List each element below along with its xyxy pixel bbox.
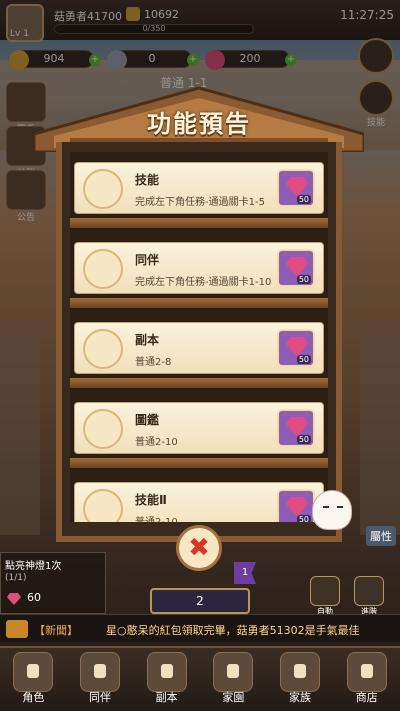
lock-icon: [160, 664, 173, 678]
close-icon: ✖: [188, 533, 210, 563]
lock-icon: [27, 664, 40, 678]
gem-icon: [286, 257, 308, 277]
quest-progress: (1/1): [5, 573, 27, 583]
nav-shop[interactable]: 商店: [333, 648, 400, 711]
nav-label: 角色: [22, 691, 45, 704]
gem-icon: [286, 177, 308, 197]
nav-family[interactable]: 家族: [267, 648, 334, 711]
reward-qty: 50: [296, 275, 311, 284]
feature-name: 技能: [135, 173, 160, 187]
shelf: [70, 218, 328, 228]
gem-reward[interactable]: 50: [277, 409, 315, 447]
reward-qty: 50: [296, 515, 311, 522]
chat-icon[interactable]: [6, 620, 28, 638]
lock-icon: [227, 664, 240, 678]
nav-label: 副本: [155, 691, 178, 704]
feature-card: 同伴 完成左下角任務-通過關卡1-10 50: [74, 242, 324, 294]
gem-reward[interactable]: 50: [277, 169, 315, 207]
lock-icon: [94, 664, 106, 678]
feature-name: 副本: [135, 333, 160, 347]
feature-preview-modal: 功能預告 技能 完成左下角任務-通過關卡1-5 50 同伴 完成左下角任務-通過…: [34, 82, 364, 542]
shelf: [70, 458, 328, 468]
quest-reward: 60: [27, 591, 41, 604]
gem-icon: [286, 417, 308, 437]
reward-qty: 50: [296, 355, 311, 364]
feature-desc: 普通2-10: [135, 513, 178, 522]
shelf-frame: 技能 完成左下角任務-通過關卡1-5 50 同伴 完成左下角任務-通過關卡1-1…: [56, 142, 342, 542]
feature-card: 圖鑑 普通2-10 50: [74, 402, 324, 454]
gem-icon: [286, 497, 308, 517]
feature-card: 技能Ⅱ 普通2-10 50: [74, 482, 324, 522]
feature-desc: 普通2-10: [135, 437, 178, 448]
feature-desc: 完成左下角任務-通過關卡1-5: [135, 197, 265, 208]
close-button[interactable]: ✖: [176, 525, 222, 571]
shelf: [70, 298, 328, 308]
nav-character[interactable]: 角色: [0, 648, 67, 711]
feature-card: 副本 普通2-8 50: [74, 322, 324, 374]
reward-qty: 50: [296, 435, 311, 444]
news-ticker[interactable]: 【新聞】 星○憨呆的紅包領取完畢，菇勇者51302是手氣最佳: [0, 614, 400, 642]
lock-icon: [360, 664, 373, 678]
shelf: [70, 378, 328, 388]
bottom-nav: 角色 同伴 副本 家園 家族 商店: [0, 646, 400, 711]
codex-icon: [83, 409, 123, 449]
nav-home[interactable]: 家園: [200, 648, 267, 711]
gem-icon: [286, 337, 308, 357]
nav-label: 商店: [355, 691, 378, 704]
nav-label: 家族: [289, 691, 312, 704]
cat-eye: [337, 506, 343, 508]
lock-icon: [294, 664, 307, 678]
feature-name: 技能Ⅱ: [135, 493, 167, 507]
gem-icon: [7, 593, 21, 605]
advance-button[interactable]: 進階: [354, 576, 384, 616]
cat-eye: [323, 506, 329, 508]
skill2-icon: [83, 489, 123, 522]
feature-card: 技能 完成左下角任務-通過關卡1-5 50: [74, 162, 324, 214]
quest-title: 點亮神燈1次: [5, 561, 62, 572]
reward-qty: 50: [296, 195, 311, 204]
cat-mascot: [312, 490, 352, 530]
news-text: 星○憨呆的紅包領取完畢，菇勇者51302是手氣最佳: [106, 624, 360, 637]
nav-companion[interactable]: 同伴: [67, 648, 134, 711]
nav-label: 同伴: [89, 691, 111, 704]
skill-icon: [83, 169, 123, 209]
stage-plate[interactable]: 2: [150, 588, 250, 614]
feature-name: 同伴: [135, 253, 160, 267]
feature-name: 圖鑑: [135, 413, 160, 427]
gem-reward[interactable]: 50: [277, 249, 315, 287]
nav-dungeon[interactable]: 副本: [133, 648, 200, 711]
news-tag: 【新聞】: [34, 624, 78, 637]
quest-panel[interactable]: 點亮神燈1次 (1/1) 60: [0, 552, 106, 614]
auto-button[interactable]: 自動: [310, 576, 340, 616]
gem-reward[interactable]: 50: [277, 489, 315, 522]
companion-icon: [83, 249, 123, 289]
modal-title: 功能預告: [147, 110, 251, 138]
dungeon-icon: [83, 329, 123, 369]
attribute-button[interactable]: 屬性: [366, 526, 396, 546]
feature-desc: 完成左下角任務-通過關卡1-10: [135, 277, 272, 288]
gem-reward[interactable]: 50: [277, 329, 315, 367]
nav-label: 家園: [222, 691, 245, 704]
feature-list[interactable]: 技能 完成左下角任務-通過關卡1-5 50 同伴 完成左下角任務-通過關卡1-1…: [70, 152, 328, 522]
feature-desc: 普通2-8: [135, 357, 172, 368]
